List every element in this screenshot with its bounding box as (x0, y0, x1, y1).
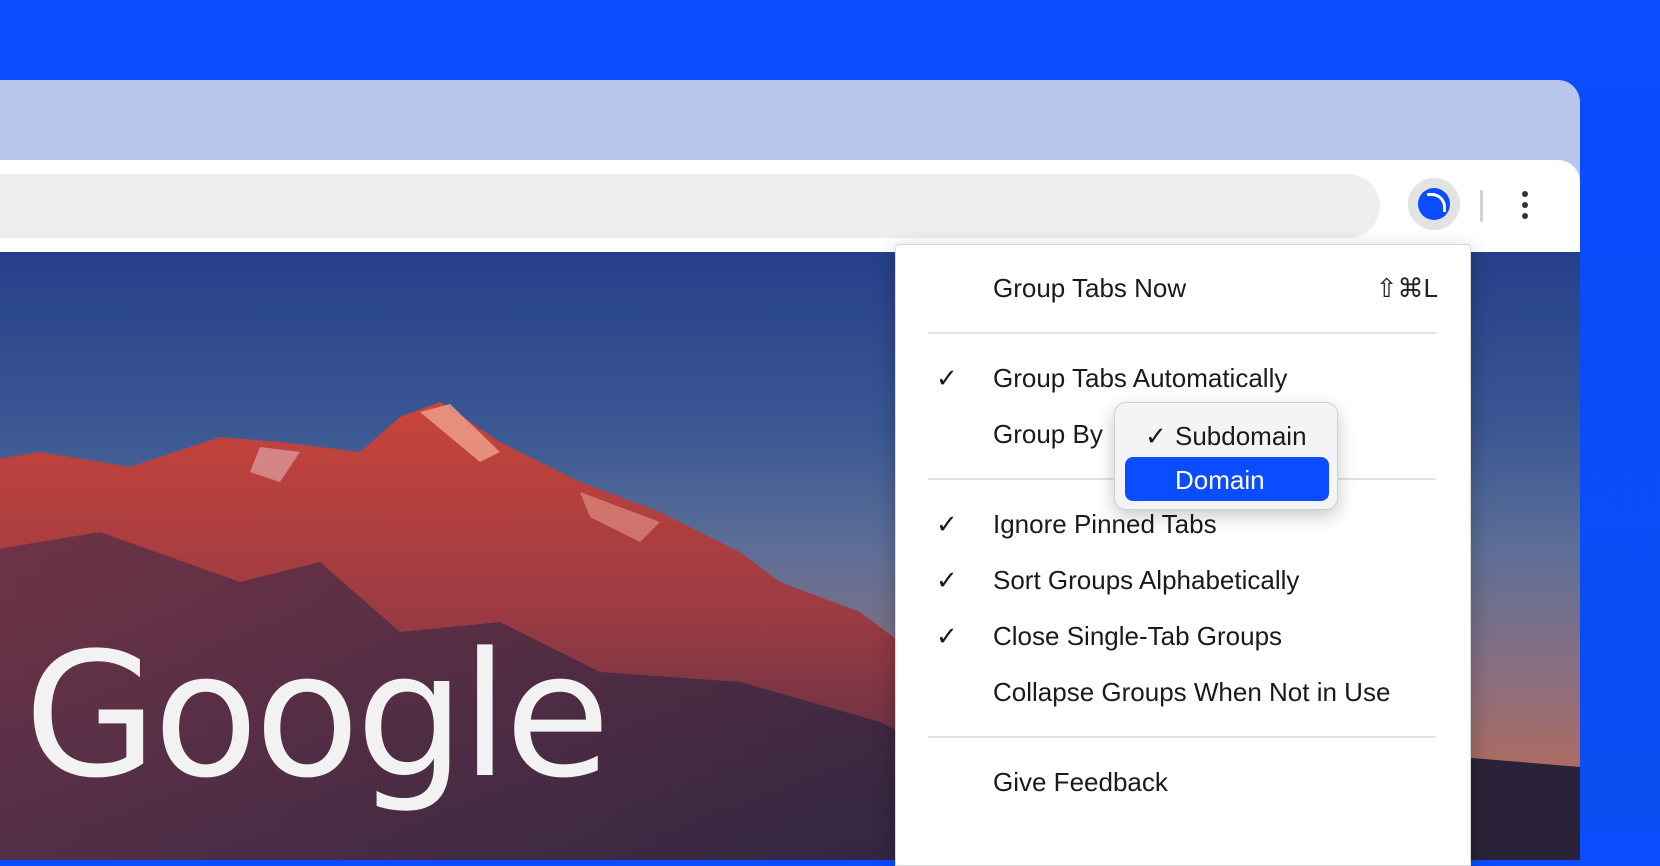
menu-item-label: Group By (993, 419, 1103, 449)
option-label: Subdomain (1175, 421, 1307, 451)
menu-item-close-single-tab-groups[interactable]: ✓ Close Single-Tab Groups (896, 611, 1470, 661)
checkmark-icon: ✓ (1145, 421, 1167, 451)
menu-item-label: Group Tabs Now (993, 273, 1187, 303)
menu-item-label: Give Feedback (993, 767, 1168, 797)
shortcut-label: ⇧⌘L (1375, 273, 1438, 303)
checkmark-icon: ✓ (936, 565, 958, 595)
browser-toolbar (0, 160, 1580, 252)
checkmark-icon: ✓ (936, 363, 958, 393)
option-label: Domain (1175, 465, 1265, 495)
menu-item-group-tabs-now[interactable]: Group Tabs Now ⇧⌘L (896, 263, 1470, 313)
address-bar[interactable] (0, 174, 1380, 238)
extension-button[interactable] (1408, 178, 1460, 230)
menu-item-label: Collapse Groups When Not in Use (993, 677, 1391, 707)
group-by-popup: ✓ Subdomain Domain (1114, 402, 1338, 510)
checkmark-icon: ✓ (936, 509, 958, 539)
google-logo: Google (24, 615, 611, 816)
group-by-option-domain[interactable]: Domain (1125, 457, 1329, 501)
menu-item-group-tabs-automatically[interactable]: ✓ Group Tabs Automatically (896, 353, 1470, 403)
menu-item-sort-groups-alphabetically[interactable]: ✓ Sort Groups Alphabetically (896, 555, 1470, 605)
menu-item-label: Close Single-Tab Groups (993, 621, 1283, 651)
menu-item-label: Sort Groups Alphabetically (993, 565, 1300, 595)
group-by-option-subdomain[interactable]: ✓ Subdomain (1125, 413, 1329, 457)
menu-item-collapse-groups[interactable]: Collapse Groups When Not in Use (896, 667, 1470, 717)
menu-item-label: Ignore Pinned Tabs (993, 509, 1217, 539)
extension-menu: Group Tabs Now ⇧⌘L ✓ Group Tabs Automati… (895, 244, 1471, 866)
menu-separator (928, 332, 1436, 334)
menu-item-label: Group Tabs Automatically (993, 363, 1288, 393)
menu-item-give-feedback[interactable]: Give Feedback (896, 757, 1470, 807)
more-vertical-icon[interactable] (1510, 182, 1540, 228)
tab-grouper-extension-icon (1418, 188, 1450, 220)
checkmark-icon: ✓ (936, 621, 958, 651)
menu-separator (928, 736, 1436, 738)
toolbar-divider (1480, 190, 1483, 222)
